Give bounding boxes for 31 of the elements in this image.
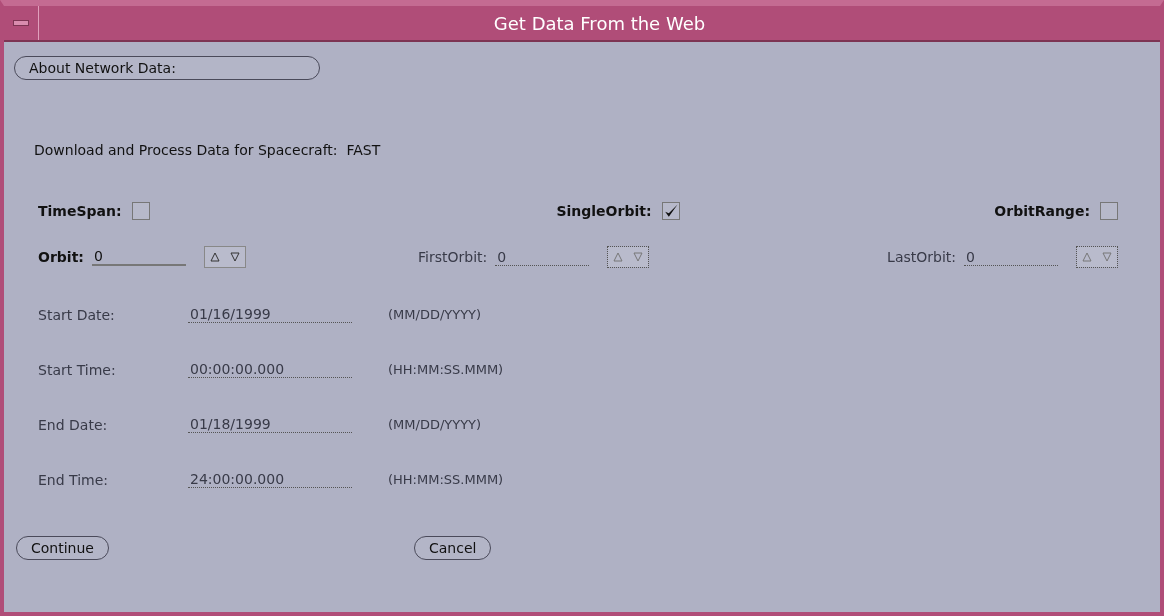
mode-checkbox[interactable] [1100, 202, 1118, 220]
increment-button[interactable] [204, 247, 225, 267]
format-hint: (HH:MM:SS.MMM) [388, 362, 504, 377]
mode-label: TimeSpan: [38, 203, 122, 219]
down-arrow-icon [1102, 252, 1112, 262]
mode-checkbox[interactable] [661, 202, 680, 220]
up-arrow-icon [209, 252, 220, 262]
down-arrow-icon [633, 252, 644, 262]
format-hint: (HH:MM:SS.MMM) [388, 472, 504, 487]
decrement-button[interactable] [224, 247, 245, 267]
mode-label: OrbitRange: [994, 203, 1090, 219]
time-label: End Date: [38, 417, 109, 433]
dialog-button[interactable]: Cancel [414, 536, 492, 560]
mode-checkbox[interactable] [131, 202, 150, 220]
orbit-label: Orbit: [38, 249, 84, 265]
up-arrow-icon [613, 252, 624, 262]
orbit-field[interactable]: 0 [91, 248, 186, 266]
format-hint: (MM/DD/YYYY) [388, 417, 482, 432]
orbit-label: LastOrbit: [887, 249, 956, 265]
window-title: Get Data From the Web [492, 12, 707, 34]
format-hint: (MM/DD/YYYY) [388, 307, 482, 322]
dialog-button[interactable]: Continue [16, 536, 109, 560]
mode-label: SingleOrbit: [556, 203, 652, 219]
down-arrow-icon [229, 252, 240, 262]
description-text: Download and Process Data for Spacecraft: FAST [34, 142, 382, 158]
up-arrow-icon [1082, 252, 1092, 262]
time-label: Start Time: [38, 362, 117, 378]
orbit-label: FirstOrbit: [418, 249, 488, 265]
about-button[interactable]: About Network Data: [14, 56, 320, 80]
time-label: Start Date: [38, 307, 116, 323]
time-label: End Time: [38, 472, 110, 488]
